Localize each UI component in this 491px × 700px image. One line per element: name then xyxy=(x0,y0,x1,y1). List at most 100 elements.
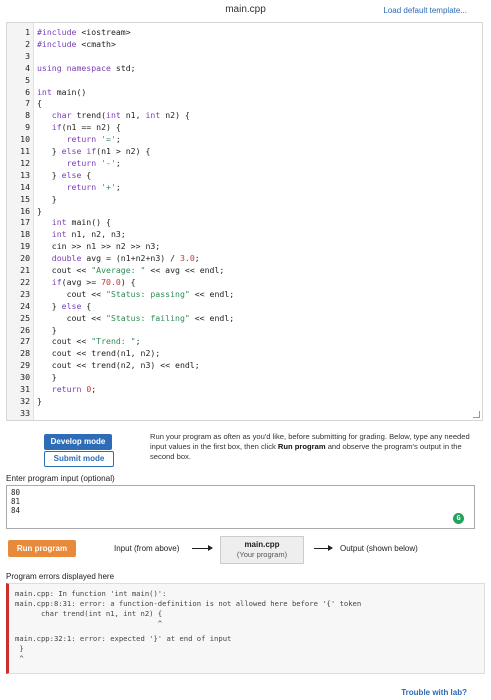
program-errors-label: Program errors displayed here xyxy=(6,572,115,581)
line-number: 19 xyxy=(20,241,30,252)
code-text: { xyxy=(37,98,42,109)
code-line: 27 cout << "Trend: "; xyxy=(13,335,478,347)
code-text: using namespace std; xyxy=(37,62,136,73)
code-text: cout << "Status: passing" << endl; xyxy=(37,288,235,299)
code-text: return '-'; xyxy=(66,157,121,168)
code-line: 20 double avg = (n1+n2+n3) / 3.0; xyxy=(13,252,478,264)
output-caption: Output (shown below) xyxy=(340,544,418,553)
line-number: 9 xyxy=(25,122,30,133)
line-number: 8 xyxy=(25,110,30,121)
input-line: 80 xyxy=(11,488,21,497)
code-line: 24 } else { xyxy=(13,300,478,312)
code-line: 19 cin >> n1 >> n2 >> n3; xyxy=(13,240,478,252)
line-number: 14 xyxy=(20,181,30,192)
code-text: } xyxy=(37,395,42,406)
input-from-above-caption: Input (from above) xyxy=(114,544,180,553)
line-number: 4 xyxy=(25,62,30,73)
line-number: 13 xyxy=(20,169,30,180)
submit-mode-button[interactable]: Submit mode xyxy=(44,451,114,467)
code-line: 9 if(n1 == n2) { xyxy=(13,121,478,133)
arrow-right-icon xyxy=(192,545,213,551)
code-text: int n1, n2, n3; xyxy=(51,229,126,240)
trouble-with-lab-link[interactable]: Trouble with lab? xyxy=(401,688,467,697)
code-text: } xyxy=(37,205,42,216)
program-input-field[interactable]: 80 81 84 G xyxy=(6,485,475,529)
code-line: 15 } xyxy=(13,193,478,205)
line-number: 33 xyxy=(20,407,30,418)
code-line: 33 xyxy=(13,407,478,419)
code-text: } else { xyxy=(37,169,92,180)
code-text: } xyxy=(37,324,57,335)
line-number: 29 xyxy=(20,360,30,371)
code-line: 21 cout << "Average: " << avg << endl; xyxy=(13,264,478,276)
code-text: } xyxy=(37,372,57,383)
run-program-button[interactable]: Run program xyxy=(8,540,76,557)
error-line: ^ xyxy=(15,619,163,628)
line-number: 20 xyxy=(20,253,30,264)
line-number: 25 xyxy=(20,312,30,323)
code-text: cout << trend(n1, n2); xyxy=(37,348,161,359)
code-text: return 0; xyxy=(51,384,97,394)
code-text: if(n1 == n2) { xyxy=(51,122,121,133)
code-line: 29 cout << trend(n2, n3) << endl; xyxy=(13,359,478,371)
program-input-label: Enter program input (optional) xyxy=(6,474,115,483)
error-line: char trend(int n1, int n2) { xyxy=(15,609,163,618)
code-line: 3 xyxy=(13,50,478,62)
arrow-right-icon xyxy=(314,545,333,551)
code-editor[interactable]: 1 #include <iostream> 2 #include <cmath> 3 4 u… xyxy=(6,22,483,421)
input-line: 84 xyxy=(11,506,21,515)
code-line: 23 cout << "Status: passing" << endl; xyxy=(13,288,478,300)
line-number: 22 xyxy=(20,276,30,287)
code-text: #include <cmath> xyxy=(37,38,116,49)
line-number: 32 xyxy=(20,395,30,406)
line-number: 15 xyxy=(20,193,30,204)
error-line: ^ xyxy=(15,654,24,663)
code-line: 18 int n1, n2, n3; xyxy=(13,228,478,240)
line-number: 3 xyxy=(25,50,30,61)
code-line: 7{ xyxy=(13,97,478,109)
code-text: int main() { xyxy=(51,217,111,228)
main-box-title: main.cpp xyxy=(244,540,280,549)
code-text: if(avg >= 70.0) { xyxy=(51,276,136,287)
your-program-box: main.cpp (Your program) xyxy=(220,536,304,564)
code-text: #include <iostream> xyxy=(37,27,131,37)
line-number: 28 xyxy=(20,348,30,359)
code-text: } xyxy=(37,193,57,204)
line-number: 17 xyxy=(20,217,30,228)
line-number: 5 xyxy=(25,74,30,85)
instructions-text: Run your program as often as you'd like,… xyxy=(150,432,480,462)
code-line: 26 } xyxy=(13,324,478,336)
line-number: 2 xyxy=(25,38,30,49)
code-line: 25 cout << "Status: failing" << endl; xyxy=(13,312,478,324)
code-line: 14 return '+'; xyxy=(13,181,478,193)
input-line: 81 xyxy=(11,497,21,506)
develop-mode-button[interactable]: Develop mode xyxy=(44,434,112,450)
line-number: 27 xyxy=(20,336,30,347)
line-number: 21 xyxy=(20,265,30,275)
code-line: 12 return '-'; xyxy=(13,157,478,169)
load-default-template-link[interactable]: Load default template... xyxy=(383,6,467,15)
code-text: cout << "Average: " << avg << endl; xyxy=(37,265,225,275)
code-line: 13 } else { xyxy=(13,169,478,181)
code-line: 22 if(avg >= 70.0) { xyxy=(13,276,478,288)
code-text: int main() xyxy=(37,86,87,97)
code-text: cout << "Trend: "; xyxy=(37,336,141,347)
code-line: 28 cout << trend(n1, n2); xyxy=(13,347,478,359)
grammarly-icon[interactable]: G xyxy=(453,513,464,524)
main-box-subtitle: (Your program) xyxy=(236,550,288,559)
line-number: 30 xyxy=(20,372,30,383)
line-number: 6 xyxy=(25,86,30,97)
code-line: 32} xyxy=(13,395,478,407)
error-line: main.cpp:32:1: error: expected '}' at en… xyxy=(15,634,232,643)
code-text: cin >> n1 >> n2 >> n3; xyxy=(37,241,161,252)
line-number: 12 xyxy=(20,157,30,168)
resize-grip-icon[interactable] xyxy=(473,411,480,418)
line-number: 24 xyxy=(20,300,30,311)
code-text: cout << trend(n2, n3) << endl; xyxy=(37,360,200,371)
code-line: 1 #include <iostream> xyxy=(13,26,478,38)
line-number: 7 xyxy=(25,98,30,109)
instructions-run-program: Run program xyxy=(277,442,326,451)
line-number: 23 xyxy=(20,288,30,299)
code-text: return '='; xyxy=(66,134,121,145)
editor-header: main.cpp Load default template... xyxy=(0,0,491,22)
